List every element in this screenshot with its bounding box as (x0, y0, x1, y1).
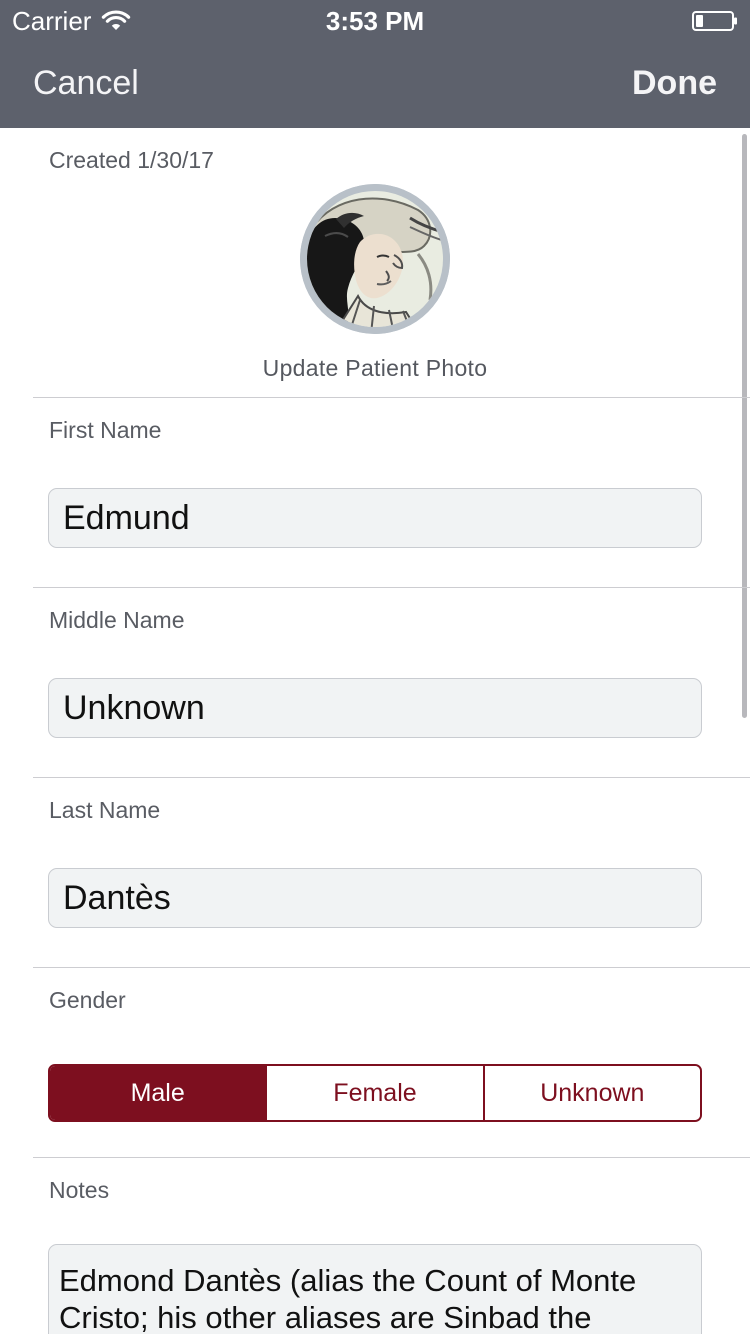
first-name-label: First Name (49, 417, 162, 443)
status-time: 3:53 PM (325, 6, 425, 36)
created-date: Created 1/30/17 (49, 147, 214, 173)
gender-label: Gender (49, 987, 126, 1013)
patient-photo-avatar[interactable] (300, 184, 450, 334)
last-name-field[interactable]: Dantès (48, 868, 702, 928)
middle-name-label: Middle Name (49, 607, 185, 633)
scroll-indicator (742, 134, 747, 718)
cancel-button[interactable]: Cancel (33, 62, 139, 104)
battery-icon (692, 11, 737, 31)
last-name-label: Last Name (49, 797, 161, 823)
notes-field[interactable]: Edmond Dantès (alias the Count of Monte … (48, 1244, 702, 1334)
patient-photo-illustration (300, 184, 450, 334)
section-divider (33, 397, 750, 398)
status-bar: Carrier 3:53 PM (0, 0, 750, 40)
gender-option-female[interactable]: Female (265, 1066, 483, 1120)
section-divider (33, 777, 750, 778)
patient-form[interactable]: Created 1/30/17 Update Patient Photo Fir… (0, 128, 750, 1334)
notes-label: Notes (49, 1177, 110, 1203)
update-patient-photo-button[interactable]: Update Patient Photo (0, 354, 750, 382)
section-divider (33, 587, 750, 588)
navigation-bar: Cancel Done (0, 40, 750, 128)
gender-segmented-control[interactable]: Male Female Unknown (48, 1064, 702, 1122)
done-button[interactable]: Done (632, 62, 717, 104)
gender-option-unknown[interactable]: Unknown (482, 1066, 700, 1120)
middle-name-field[interactable]: Unknown (48, 678, 702, 738)
gender-option-male[interactable]: Male (50, 1066, 266, 1120)
first-name-field[interactable]: Edmund (48, 488, 702, 548)
section-divider (33, 967, 750, 968)
section-divider (33, 1157, 750, 1158)
